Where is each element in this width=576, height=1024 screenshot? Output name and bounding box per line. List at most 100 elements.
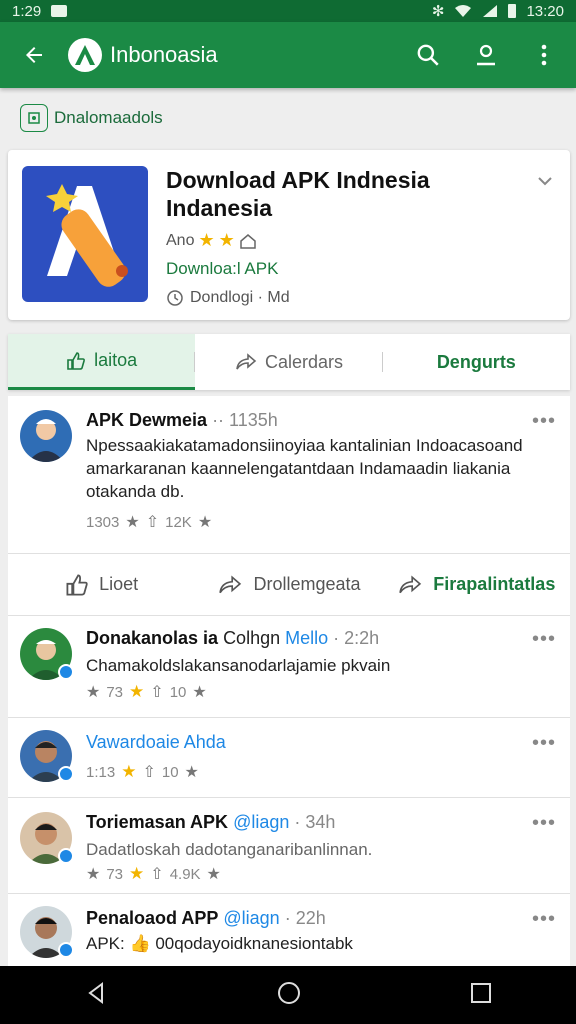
account-button[interactable] (468, 37, 504, 73)
tab-label: Dengurts (436, 351, 516, 372)
nav-recents-button[interactable] (470, 982, 492, 1009)
reply-icon (219, 575, 242, 593)
battery-icon (508, 4, 517, 18)
action-label: Lioet (99, 574, 139, 594)
nav-home-button[interactable] (276, 980, 302, 1011)
post-stats: ★ 73 ★ ⇧ 10 ★ (86, 682, 207, 702)
author-handle[interactable]: @liagn (233, 812, 289, 832)
avatar[interactable] (20, 410, 72, 462)
tab-label: Calerdars (264, 351, 343, 372)
feed-list: APK Dewmeia ·· 1135h ••• Npessaakiakatam… (8, 396, 570, 966)
verified-badge-icon (58, 942, 74, 958)
author-handle[interactable]: Mello (285, 628, 328, 648)
app-bar: Inbonoasia (0, 22, 576, 88)
clock-icon (167, 290, 183, 306)
more-vert-icon (541, 44, 547, 66)
tab-label: laitoa (94, 350, 138, 370)
stat-count: 10 (169, 683, 187, 701)
author-name[interactable]: APK Dewmeia (86, 410, 207, 430)
post-stats: 1303 ★ ⇧ 12K ★ (86, 512, 212, 532)
upload-icon: ⇧ (145, 514, 160, 531)
tab-like[interactable]: laitoa (8, 334, 196, 390)
app-card-title: Download APK Indnesia Indanesia (166, 167, 430, 221)
share-arrow-icon (399, 575, 422, 593)
app-card-version: Dondlogi · Md (166, 289, 516, 307)
rating-prefix: Ano (166, 231, 195, 249)
circle-home-icon (278, 981, 300, 1004)
nav-back-button[interactable] (84, 981, 108, 1010)
search-button[interactable] (410, 37, 446, 73)
post-more-button[interactable]: ••• (532, 908, 556, 931)
post-more-button[interactable]: ••• (532, 410, 556, 433)
bluetooth-icon: ✻ (431, 3, 445, 20)
stat-count: 73 (106, 865, 124, 883)
star-icon: ★ (218, 230, 235, 250)
post-author: Penaloaod APP @liagn · 22h (86, 908, 326, 929)
thumb-up-icon (66, 573, 88, 595)
like-button[interactable]: Lioet (8, 573, 195, 597)
app-card-rating: Ano ★ ★ (166, 230, 516, 251)
system-nav-bar (0, 966, 576, 1024)
feed-post[interactable]: Vawardoaie Ahda ••• 1:13 ★ ⇧ 10 ★ (8, 718, 570, 798)
share-arrow-icon (236, 353, 257, 370)
upload-icon: ⇧ (142, 764, 156, 781)
version-text: Dondlogi · Md (190, 289, 290, 306)
author-name[interactable]: Vawardoaie Ahda (86, 732, 226, 752)
feed-post[interactable]: Penaloaod APP @liagn · 22h ••• APK: 👍 00… (8, 894, 570, 966)
star-icon: ★ (206, 866, 221, 883)
stat-count: 12K (165, 513, 192, 531)
author-name[interactable]: Toriemasan APK (86, 812, 228, 832)
feed-post[interactable]: Toriemasan APK @liagn · 34h ••• Dadatlos… (8, 798, 570, 894)
post-stats: ★ 73 ★ ⇧ 4.9K ★ (86, 864, 221, 884)
app-card[interactable]: Download APK Indnesia Indanesia Ano ★ ★ … (8, 150, 570, 320)
expand-button[interactable] (534, 170, 556, 197)
post-author: Toriemasan APK @liagn · 34h (86, 812, 335, 833)
verified-badge-icon (58, 664, 74, 680)
stat-count: 73 (106, 683, 124, 701)
post-author: Donakanolas ia Colhgn Mello · 2:2h (86, 628, 379, 649)
author-name[interactable]: Donakanolas ia (86, 628, 218, 648)
tab-dengurts[interactable]: Dengurts (383, 334, 570, 390)
verified-badge-icon (58, 766, 74, 782)
author-handle[interactable]: @liagn (223, 908, 279, 928)
status-time-right: 13:20 (526, 2, 564, 20)
post-stats: 1:13 ★ ⇧ 10 ★ (86, 762, 199, 782)
brand-label: Dnalomaadols (54, 108, 163, 127)
apk-app-icon (22, 166, 148, 302)
post-author: APK Dewmeia ·· 1135h (86, 410, 278, 431)
stat-count: 10 (161, 763, 179, 781)
post-time: · 2:2h (333, 628, 380, 648)
feed-post[interactable]: APK Dewmeia ·· 1135h ••• Npessaakiakatam… (8, 396, 570, 616)
post-more-button[interactable]: ••• (532, 812, 556, 835)
chip-icon (28, 112, 40, 124)
brand-icon (20, 104, 48, 132)
post-author: Vawardoaie Ahda (86, 732, 226, 753)
stat-count: 1303 (86, 513, 120, 531)
search-icon (417, 44, 439, 66)
star-icon: ★ (197, 514, 213, 531)
download-apk-link[interactable]: Downloa:l APK (166, 259, 516, 279)
star-icon: ★ (129, 864, 145, 883)
post-text: Npessaakiakatamadonsiinoyiaa kantalinian… (86, 436, 523, 501)
author-name[interactable]: Penaloaod APP (86, 908, 218, 928)
post-time: · 22h (284, 908, 326, 928)
feed-post[interactable]: Donakanolas ia Colhgn Mello · 2:2h ••• C… (8, 616, 570, 718)
status-time-left: 1:29 (12, 2, 42, 20)
thumb-up-icon (67, 351, 86, 370)
post-more-button[interactable]: ••• (532, 732, 556, 755)
overflow-menu-button[interactable] (526, 37, 562, 73)
share-button[interactable]: Firapalintatlas (383, 574, 570, 596)
verified-badge-icon (58, 848, 74, 864)
star-icon: ★ (192, 684, 207, 701)
post-more-button[interactable]: ••• (532, 628, 556, 651)
tab-calendars[interactable]: Calerdars (195, 334, 383, 390)
author-extra: Colhgn (223, 628, 281, 648)
arrow-back-icon (26, 47, 42, 63)
status-bar: 1:29 ✻ 13:20 (0, 0, 576, 22)
post-time: ·· 1135h (212, 410, 278, 430)
back-button[interactable] (14, 35, 54, 75)
post-text: Chamakoldslakansanodarlajamie pkvain (86, 656, 391, 675)
star-icon: ★ (121, 762, 137, 781)
comment-button[interactable]: Drollemgeata (195, 574, 382, 596)
brand-row: Dnalomaadols (0, 92, 576, 144)
